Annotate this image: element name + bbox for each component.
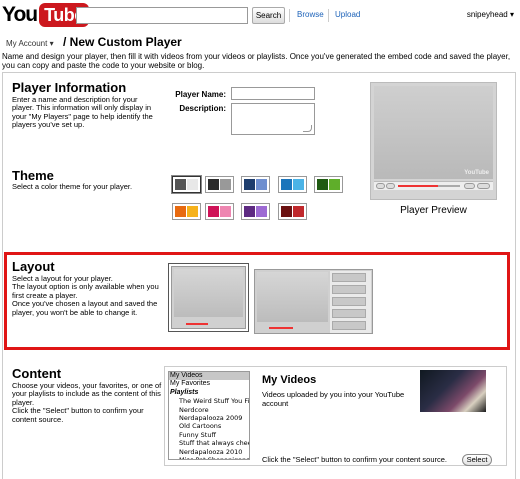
content-title: Content [12,366,62,381]
layout-playlist-item [332,297,366,306]
layout-playlist-item [332,273,366,282]
content-source-option[interactable]: My Favorites [169,380,249,388]
theme-swatch [220,206,231,217]
layout-playlist-item [332,321,366,330]
search-button[interactable]: Search [252,7,285,24]
layout-video-area [174,269,243,317]
content-desc: Choose your videos, your favorites, or o… [12,381,162,424]
layout-playlist-item [332,309,366,318]
theme-option[interactable] [205,176,234,193]
user-menu[interactable]: snipeyhead ▾ [467,10,514,19]
player-info-title: Player Information [12,80,127,95]
theme-swatch [281,179,292,190]
theme-swatch [317,179,328,190]
theme-swatch [256,179,267,190]
theme-swatch [256,206,267,217]
theme-swatch [208,206,219,217]
theme-option[interactable] [241,203,270,220]
content-source-list[interactable]: My Videos My Favorites Playlists The Weird … [168,371,250,460]
theme-option[interactable] [172,203,201,220]
resize-grip-icon[interactable] [303,125,312,132]
theme-swatch [187,179,198,190]
layout-progress-bar [269,327,293,329]
player-preview-label: Player Preview [400,205,467,216]
theme-option[interactable] [205,203,234,220]
theme-option[interactable] [278,176,307,193]
content-desc-line: Click the "Select" button to confirm you… [12,406,144,424]
logo-you-text: You [2,3,38,26]
theme-swatch [175,206,186,217]
select-button[interactable]: Select [462,454,492,466]
layout-playlist-column [330,271,371,333]
content-source-option[interactable]: The Weird Stuff You Fir [169,397,249,405]
theme-swatch [175,179,186,190]
content-source-option[interactable]: Nerdcore [169,406,249,414]
volume-icon [386,183,395,189]
player-name-input[interactable] [231,87,315,100]
player-info-desc: Enter a name and description for your pl… [12,95,153,130]
play-icon [376,183,385,189]
my-account-menu[interactable]: My Account ▾ [6,39,54,48]
content-source-option[interactable]: Stuff that always cheer [169,439,249,447]
upload-link[interactable]: Upload [335,10,360,19]
description-label: Description: [179,104,226,113]
theme-option[interactable] [172,176,201,193]
preview-logo: YouTube [464,170,489,176]
fullscreen-icon [477,183,490,189]
preview-progress-bar [398,185,438,187]
list-group-label: Playlists [170,388,199,396]
layout-option-with-playlist[interactable] [254,269,373,334]
preview-controls [374,181,493,190]
theme-option[interactable] [314,176,343,193]
header-divider [328,9,329,22]
top-header: You Tube Search Browse Upload snipeyhead… [0,0,520,30]
content-source-option[interactable]: My Videos [169,372,249,381]
layout-playlist-item [332,285,366,294]
player-preview: YouTube [370,82,497,200]
theme-swatch [244,179,255,190]
theme-title: Theme [12,168,54,183]
search-input[interactable] [76,7,248,24]
theme-swatch [281,206,292,217]
preview-progress-track [438,185,460,187]
description-textarea[interactable] [231,103,315,135]
theme-swatch [244,206,255,217]
content-description: Videos uploaded by you into your YouTube… [262,390,405,408]
theme-option[interactable] [241,176,270,193]
theme-option[interactable] [278,203,307,220]
preview-video-area: YouTube [374,86,493,179]
content-heading: My Videos [262,374,317,386]
theme-swatch [187,206,198,217]
content-source-option[interactable]: Nerdapalooza 2009 [169,414,249,422]
intro-text: Name and design your player, then fill i… [2,52,511,70]
layout-video-area [257,272,328,322]
theme-swatch [329,179,340,190]
theme-swatch [293,206,304,217]
content-source-option[interactable]: Misc Pet Shenanigans [169,456,249,459]
layout-title: Layout [12,259,55,274]
content-source-option[interactable]: Old Cartoons [169,422,249,430]
layout-option-single[interactable] [168,263,249,332]
header-divider [289,9,290,22]
layout-progress-bar [186,323,208,325]
layout-desc: Select a layout for your player. The lay… [12,274,162,317]
page-title: / New Custom Player [63,35,182,49]
layout-desc-line: Once you've chosen a layout and saved th… [12,299,158,317]
theme-swatch [208,179,219,190]
theme-swatch [293,179,304,190]
content-source-option[interactable]: Funny Stuff [169,431,249,439]
layout-desc-line: The layout option is only available when… [12,282,159,300]
browse-link[interactable]: Browse [297,10,324,19]
video-thumbnail [420,370,486,412]
content-desc-line: Choose your videos, your favorites, or o… [12,381,162,407]
theme-swatch [220,179,231,190]
theme-desc: Select a color theme for your player. [12,182,133,191]
hq-icon [464,183,475,189]
content-source-option[interactable]: Nerdapalooza 2010 [169,448,249,456]
player-name-label: Player Name: [175,90,226,99]
content-hint: Click the "Select" button to confirm you… [262,455,447,464]
